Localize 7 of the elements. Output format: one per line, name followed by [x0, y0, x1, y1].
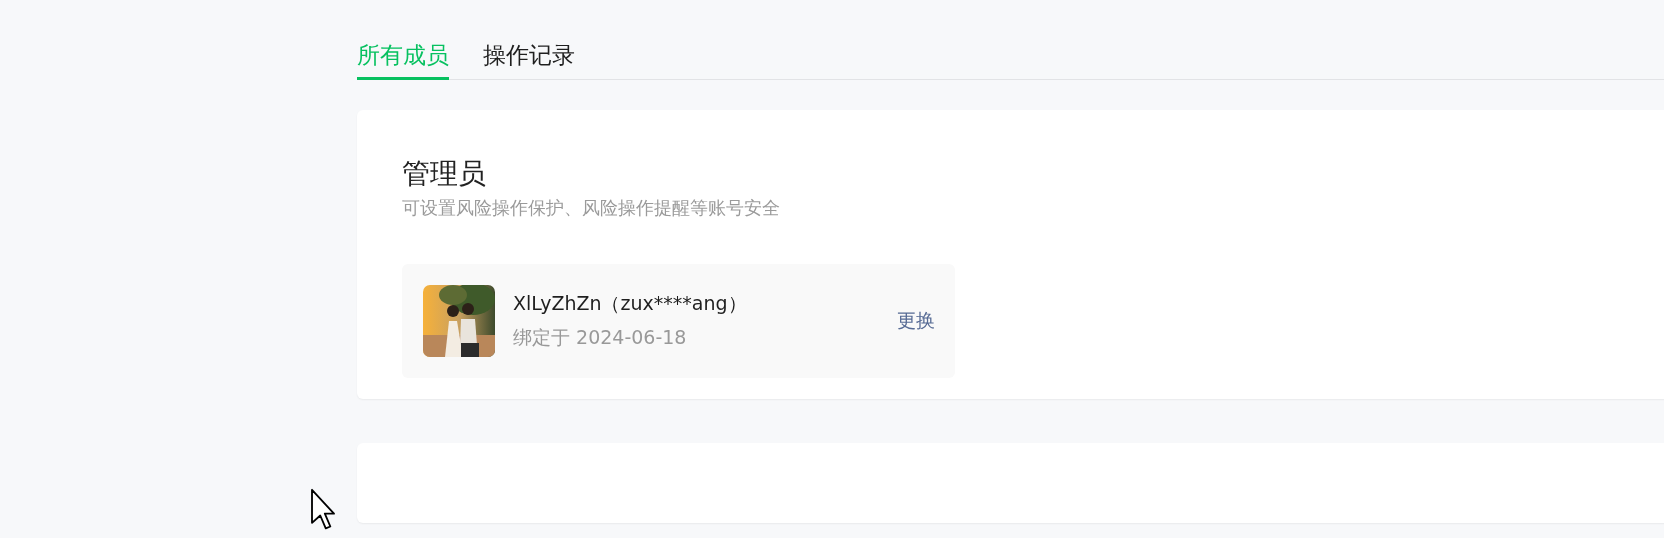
member-name: XlLyZhZn（zux****ang）	[513, 291, 748, 316]
section-title: 管理员	[402, 156, 487, 192]
cursor-icon	[309, 488, 337, 532]
bound-date: 绑定于 2024-06-18	[513, 325, 688, 350]
change-link[interactable]: 更换	[897, 308, 935, 334]
tab[interactable]: 操作记录	[483, 40, 575, 80]
section-description: 可设置风险操作保护、风险操作提醒等账号安全	[402, 196, 781, 220]
